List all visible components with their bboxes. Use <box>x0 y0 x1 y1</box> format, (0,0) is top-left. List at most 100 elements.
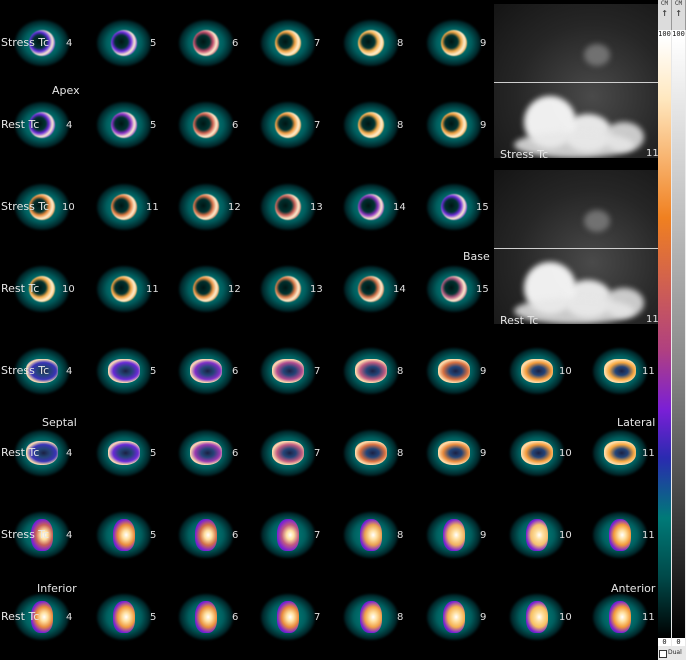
row-label-stress: Stress Tc <box>1 200 50 213</box>
slice-number: 7 <box>314 120 321 131</box>
slice-number: 8 <box>397 448 404 459</box>
myocardium-uptake <box>604 359 636 383</box>
myocardium-uptake <box>358 30 384 56</box>
slice-number: 5 <box>150 366 157 377</box>
myocardium-uptake <box>360 601 382 633</box>
colormap-selector[interactable]: CM ↑ <box>672 0 686 30</box>
myocardium-uptake <box>443 519 465 551</box>
planar-label: Rest Tc <box>500 314 539 327</box>
colorbar-min-value: 0 <box>672 638 685 646</box>
orientation-label-base: Base <box>463 250 490 263</box>
slice-number: 14 <box>393 284 406 295</box>
myocardium-uptake <box>113 519 135 551</box>
slice-number: 4 <box>66 38 73 49</box>
slice-number: 8 <box>397 366 404 377</box>
myocardium-uptake <box>111 276 137 302</box>
myocardium-uptake <box>441 194 467 220</box>
myocardium-uptake <box>190 359 222 383</box>
orientation-label-inferior: Inferior <box>37 582 77 595</box>
orientation-label-septal: Septal <box>42 416 77 429</box>
slice-number: 9 <box>480 530 487 541</box>
myocardium-uptake <box>272 359 304 383</box>
myocardium-uptake <box>358 112 384 138</box>
slice-number: 9 <box>480 120 487 131</box>
myocardium-uptake <box>108 441 140 465</box>
myocardium-uptake <box>521 441 553 465</box>
arrow-up-icon[interactable]: ↑ <box>658 7 671 19</box>
slice-number: 11 <box>642 612 655 623</box>
slice-number: 9 <box>480 612 487 623</box>
slice-number: 4 <box>66 120 73 131</box>
myocardium-uptake <box>277 519 299 551</box>
slice-number: 13 <box>310 202 323 213</box>
myocardium-uptake <box>441 30 467 56</box>
dual-checkbox[interactable] <box>659 650 667 658</box>
myocardium-uptake <box>275 30 301 56</box>
colorbar-min-value: 0 <box>658 638 671 646</box>
slice-number: 11 <box>642 530 655 541</box>
slice-number: 11 <box>642 448 655 459</box>
slice-number: 10 <box>559 530 572 541</box>
planar-projection-image <box>494 4 658 158</box>
slice-number: 13 <box>310 284 323 295</box>
row-label-stress: Stress Tc <box>1 36 50 49</box>
slice-number: 5 <box>150 530 157 541</box>
row-label-rest: Rest Tc <box>1 610 40 623</box>
colorbar-gradient <box>658 38 671 638</box>
myocardium-uptake <box>111 30 137 56</box>
slice-number: 10 <box>559 448 572 459</box>
dual-label: Dual <box>668 649 682 656</box>
planar-label: Stress Tc <box>500 148 549 161</box>
myocardium-uptake <box>277 601 299 633</box>
slice-number: 5 <box>150 38 157 49</box>
myocardium-uptake <box>526 601 548 633</box>
myocardium-uptake <box>521 359 553 383</box>
slice-number: 10 <box>62 202 75 213</box>
slice-number: 8 <box>397 38 404 49</box>
myocardium-uptake <box>609 601 631 633</box>
slice-number: 7 <box>314 530 321 541</box>
myocardium-uptake <box>360 519 382 551</box>
slice-number: 9 <box>480 448 487 459</box>
myocardium-uptake <box>438 441 470 465</box>
slice-number: 5 <box>150 448 157 459</box>
slice-number: 4 <box>66 366 73 377</box>
myocardium-uptake <box>113 601 135 633</box>
orientation-label-lateral: Lateral <box>617 416 656 429</box>
slice-number: 6 <box>232 366 239 377</box>
slice-number: 11 <box>146 284 159 295</box>
slice-number: 10 <box>559 366 572 377</box>
slice-number: 9 <box>480 366 487 377</box>
row-label-rest: Rest Tc <box>1 118 40 131</box>
slice-number: 7 <box>314 448 321 459</box>
myocardium-uptake <box>526 519 548 551</box>
myocardium-uptake <box>193 194 219 220</box>
slice-number: 10 <box>559 612 572 623</box>
slice-number: 7 <box>314 366 321 377</box>
myocardium-uptake <box>195 519 217 551</box>
colorbar-max-value: 100 <box>658 30 671 38</box>
color-scale-panel: CM ↑ 100 0 CM ↑ 100 0 Dual <box>658 0 686 660</box>
slice-number: 4 <box>66 448 73 459</box>
colormap-selector[interactable]: CM ↑ <box>658 0 672 30</box>
planar-number: 11 <box>646 314 659 325</box>
arrow-up-icon[interactable]: ↑ <box>672 7 685 19</box>
slice-number: 6 <box>232 530 239 541</box>
slice-number: 11 <box>146 202 159 213</box>
myocardium-uptake <box>441 276 467 302</box>
spect-viewer: 4 5 6 7 8 9 Stress Tc 4 5 6 7 8 9 Rest Tc 10 11 12 13 14 15… <box>0 0 659 660</box>
slice-line <box>494 248 658 249</box>
slice-number: 6 <box>232 612 239 623</box>
slice-number: 15 <box>476 284 489 295</box>
slice-number: 8 <box>397 120 404 131</box>
myocardium-uptake <box>190 441 222 465</box>
myocardium-uptake <box>108 359 140 383</box>
myocardium-uptake <box>275 276 301 302</box>
orientation-label-anterior: Anterior <box>611 582 656 595</box>
myocardium-uptake <box>195 601 217 633</box>
slice-number: 12 <box>228 284 241 295</box>
slice-number: 4 <box>66 530 73 541</box>
slice-number: 14 <box>393 202 406 213</box>
slice-number: 15 <box>476 202 489 213</box>
uptake-spot <box>584 44 610 66</box>
